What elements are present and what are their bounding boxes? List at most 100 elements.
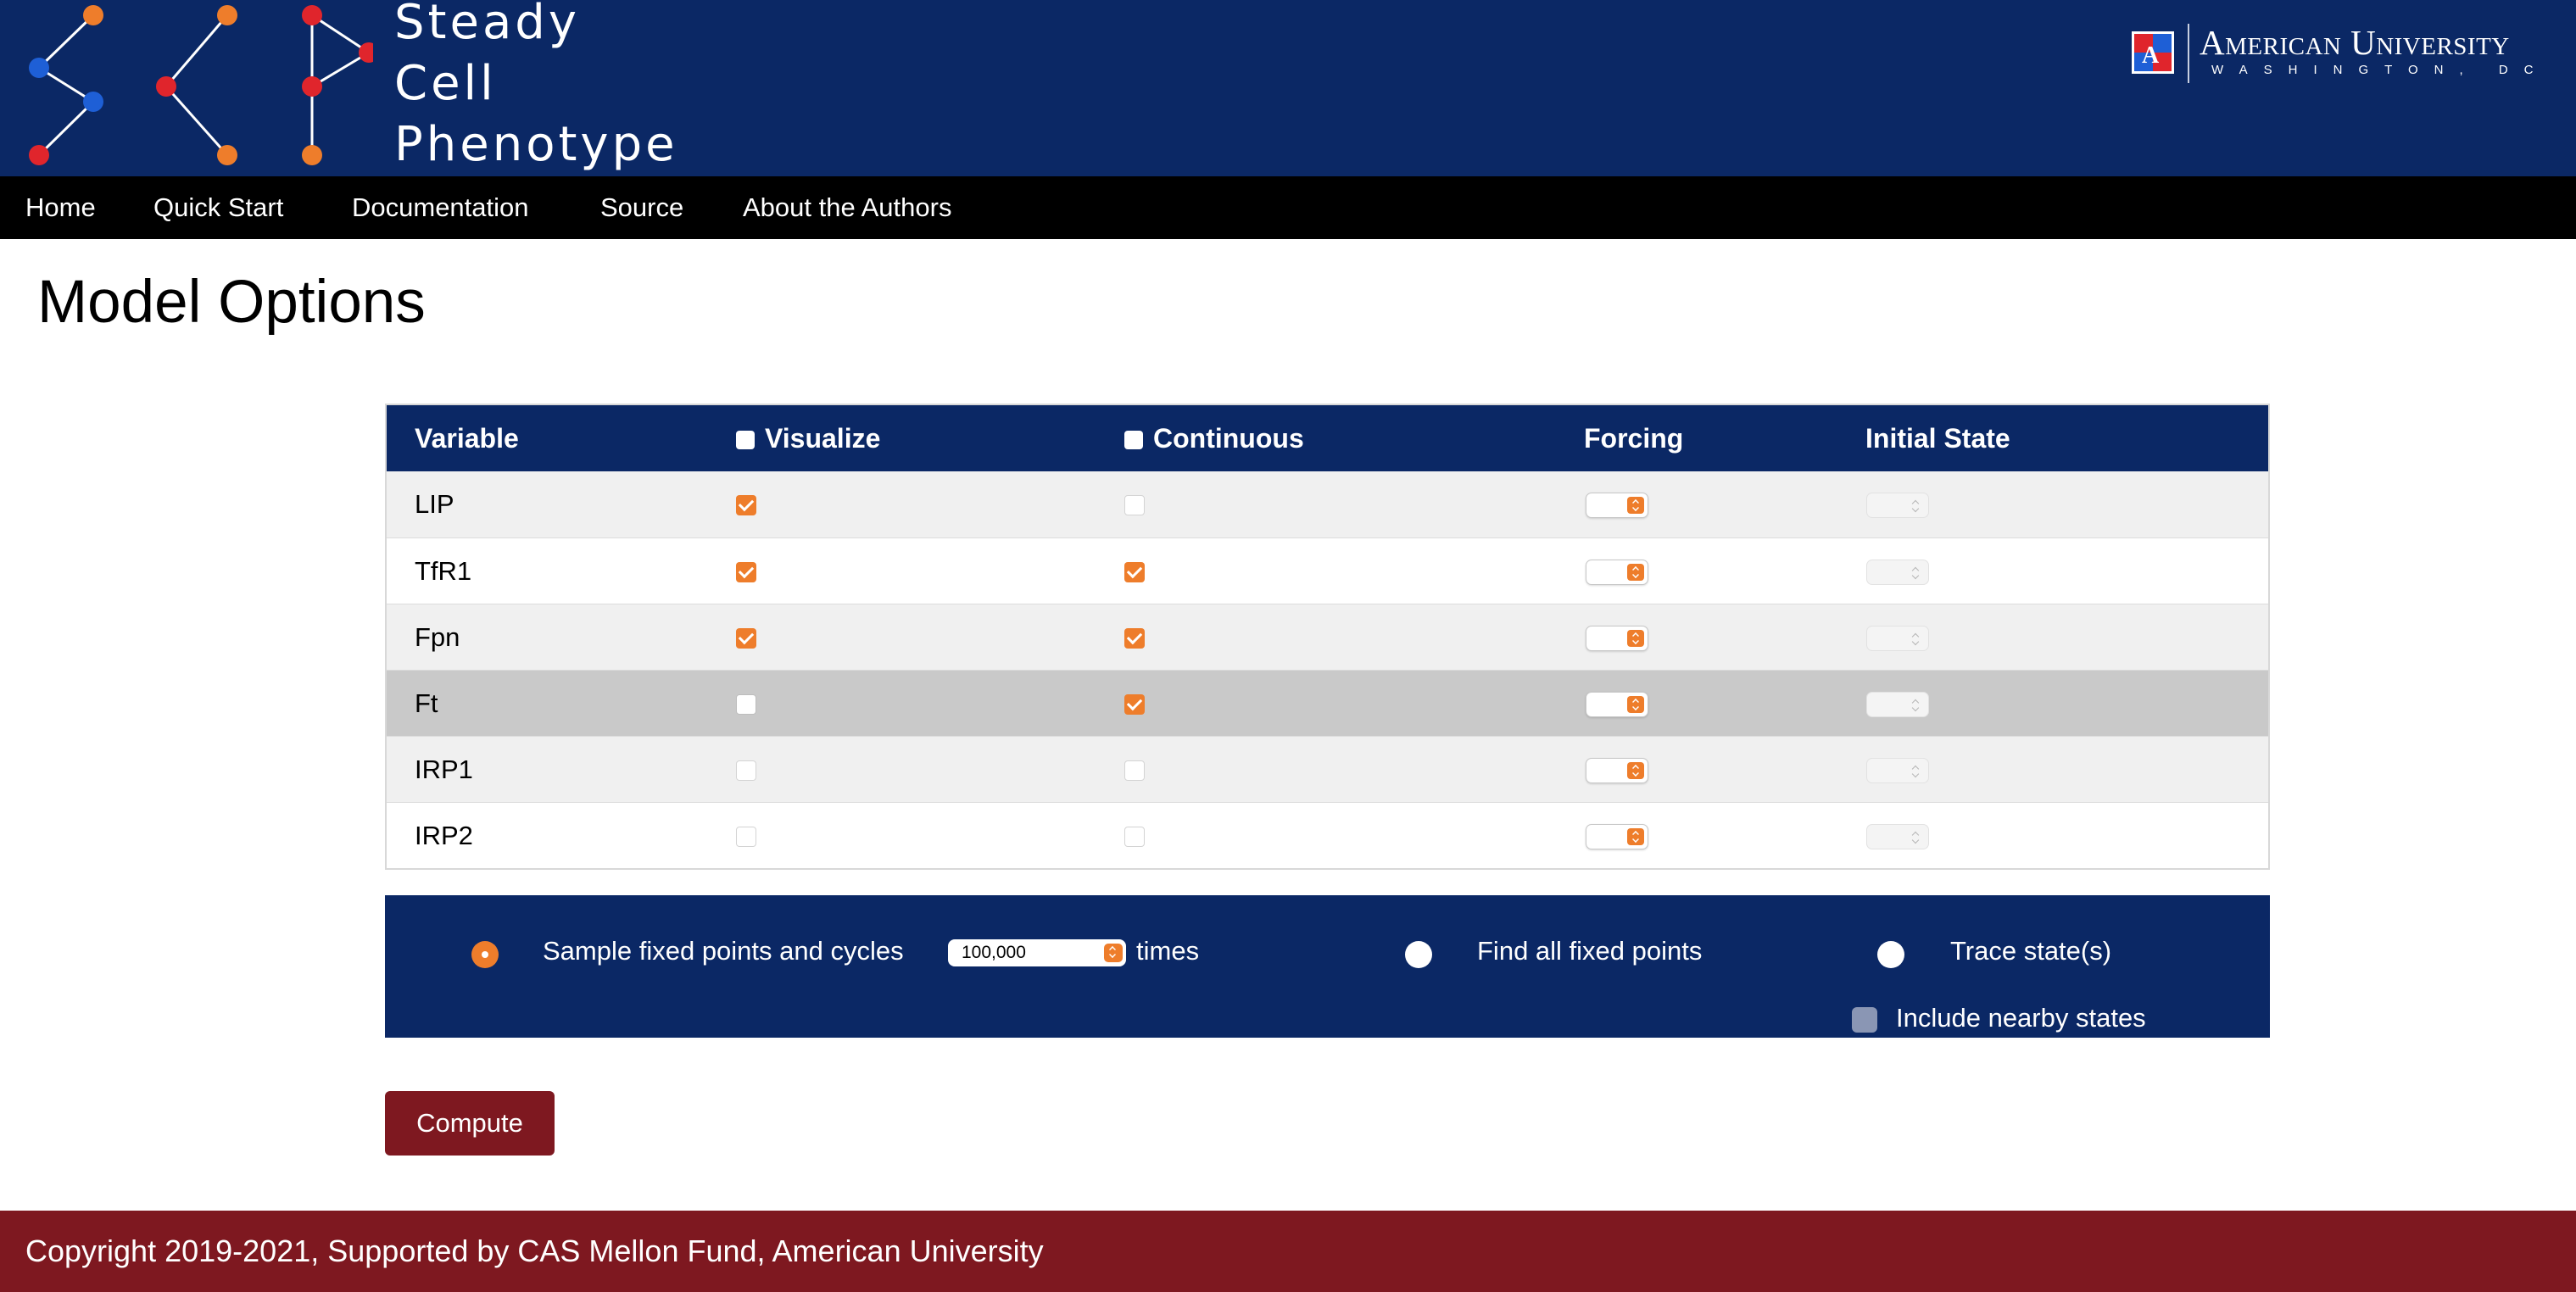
times-label: times bbox=[1136, 936, 1200, 966]
initial-state-stepper-icon bbox=[1911, 766, 1920, 777]
logo-node-icon bbox=[156, 76, 176, 97]
visualize-all-checkbox[interactable] bbox=[736, 431, 755, 449]
nav-home[interactable]: Home bbox=[25, 176, 96, 239]
forcing-select[interactable] bbox=[1586, 824, 1648, 849]
sample-label: Sample fixed points and cycles bbox=[543, 936, 904, 966]
header-continuous-label: Continuous bbox=[1153, 423, 1304, 454]
site-title-line-2: Cell bbox=[394, 56, 497, 111]
continuous-checkbox[interactable] bbox=[1124, 760, 1145, 781]
logo-node-icon bbox=[29, 58, 49, 78]
header-variable: Variable bbox=[415, 423, 519, 454]
forcing-stepper-icon bbox=[1627, 564, 1644, 581]
visualize-checkbox[interactable] bbox=[736, 562, 756, 582]
forcing-select[interactable] bbox=[1586, 626, 1648, 651]
nav-source[interactable]: Source bbox=[600, 176, 683, 239]
site-header: Steady Cell Phenotype A American Univers… bbox=[0, 0, 2576, 176]
variable-name: TfR1 bbox=[415, 556, 472, 586]
sample-radio[interactable] bbox=[471, 941, 499, 968]
sample-count-value: 100,000 bbox=[962, 943, 1026, 962]
logo-node-icon bbox=[29, 145, 49, 165]
initial-state-stepper-icon bbox=[1911, 567, 1920, 579]
forcing-stepper-icon bbox=[1627, 630, 1644, 647]
continuous-checkbox[interactable] bbox=[1124, 495, 1145, 515]
initial-state-select[interactable] bbox=[1866, 626, 1929, 651]
header-visualize: Visualize bbox=[736, 405, 880, 471]
table-row: Ft bbox=[387, 670, 2268, 736]
logo-node-icon bbox=[359, 42, 373, 63]
nav-about-authors[interactable]: About the Authors bbox=[743, 176, 951, 239]
fixed-points-label: Find all fixed points bbox=[1477, 936, 1703, 966]
nav-quick-start[interactable]: Quick Start bbox=[153, 176, 283, 239]
initial-state-select[interactable] bbox=[1866, 692, 1929, 717]
initial-state-stepper-icon bbox=[1911, 633, 1920, 645]
table-header: Variable Visualize Continuous Forcing In… bbox=[387, 405, 2268, 471]
logo-node-icon bbox=[217, 145, 237, 165]
table-row: IRP1 bbox=[387, 736, 2268, 802]
au-subtitle: WASHINGTON, DC bbox=[2211, 63, 2550, 77]
variable-name: IRP2 bbox=[415, 821, 473, 850]
nav-documentation[interactable]: Documentation bbox=[352, 176, 529, 239]
forcing-select[interactable] bbox=[1586, 560, 1648, 585]
include-nearby-label: Include nearby states bbox=[1896, 1003, 2146, 1033]
forcing-stepper-icon bbox=[1627, 828, 1644, 845]
compute-button[interactable]: Compute bbox=[385, 1091, 555, 1156]
forcing-stepper-icon bbox=[1627, 497, 1644, 514]
trace-radio[interactable] bbox=[1877, 941, 1904, 968]
forcing-stepper-icon bbox=[1627, 696, 1644, 713]
visualize-checkbox[interactable] bbox=[736, 628, 756, 649]
logo-node-icon bbox=[302, 5, 322, 25]
visualize-checkbox[interactable] bbox=[736, 827, 756, 847]
logo-node-icon bbox=[217, 5, 237, 25]
continuous-all-checkbox[interactable] bbox=[1124, 431, 1143, 449]
table-body: LIP TfR1 Fpn Ft IRP1 IRP2 bbox=[387, 471, 2268, 868]
footer: Copyright 2019-2021, Supported by CAS Me… bbox=[0, 1211, 2576, 1292]
logo-node-icon bbox=[302, 76, 322, 97]
variables-table: Variable Visualize Continuous Forcing In… bbox=[385, 404, 2270, 870]
include-nearby-checkbox[interactable] bbox=[1852, 1007, 1877, 1033]
header-initial-state: Initial State bbox=[1865, 423, 2010, 454]
sample-count-input[interactable]: 100,000 bbox=[948, 939, 1126, 966]
forcing-select[interactable] bbox=[1586, 493, 1648, 518]
initial-state-select[interactable] bbox=[1866, 824, 1929, 849]
initial-state-select[interactable] bbox=[1866, 758, 1929, 783]
trace-label: Trace state(s) bbox=[1950, 936, 2112, 966]
au-shield-icon: A bbox=[2132, 31, 2174, 74]
visualize-checkbox[interactable] bbox=[736, 495, 756, 515]
header-continuous: Continuous bbox=[1124, 405, 1304, 471]
fixed-points-radio[interactable] bbox=[1405, 941, 1432, 968]
continuous-checkbox[interactable] bbox=[1124, 827, 1145, 847]
svg-text:A: A bbox=[2142, 42, 2160, 69]
initial-state-select[interactable] bbox=[1866, 493, 1929, 518]
initial-state-select[interactable] bbox=[1866, 560, 1929, 585]
table-row: IRP2 bbox=[387, 802, 2268, 868]
forcing-select[interactable] bbox=[1586, 692, 1648, 717]
header-forcing: Forcing bbox=[1584, 423, 1684, 454]
logo-node-icon bbox=[83, 92, 103, 112]
sample-count-stepper-icon[interactable] bbox=[1104, 944, 1123, 962]
site-title-line-3: Phenotype bbox=[394, 117, 678, 172]
logo-node-icon bbox=[83, 5, 103, 25]
site-title-line-1: Steady bbox=[394, 0, 580, 50]
options-panel: Sample fixed points and cycles 100,000 t… bbox=[385, 895, 2270, 1038]
continuous-checkbox[interactable] bbox=[1124, 562, 1145, 582]
continuous-checkbox[interactable] bbox=[1124, 628, 1145, 649]
initial-state-stepper-icon bbox=[1911, 699, 1920, 711]
table-row: Fpn bbox=[387, 604, 2268, 670]
logo-node-icon bbox=[302, 145, 322, 165]
initial-state-stepper-icon bbox=[1911, 832, 1920, 844]
variable-name: LIP bbox=[415, 489, 454, 519]
au-divider bbox=[2188, 24, 2189, 83]
table-row: TfR1 bbox=[387, 537, 2268, 604]
visualize-checkbox[interactable] bbox=[736, 694, 756, 715]
footer-copyright: Copyright 2019-2021, Supported by CAS Me… bbox=[25, 1234, 1044, 1268]
table-row: LIP bbox=[387, 471, 2268, 537]
scp-logo bbox=[29, 5, 373, 165]
page-title: Model Options bbox=[37, 269, 426, 336]
initial-state-stepper-icon bbox=[1911, 500, 1920, 512]
continuous-checkbox[interactable] bbox=[1124, 694, 1145, 715]
main-nav: Home Quick Start Documentation Source Ab… bbox=[0, 176, 2576, 239]
variable-name: Ft bbox=[415, 688, 438, 718]
forcing-select[interactable] bbox=[1586, 758, 1648, 783]
visualize-checkbox[interactable] bbox=[736, 760, 756, 781]
forcing-stepper-icon bbox=[1627, 762, 1644, 779]
